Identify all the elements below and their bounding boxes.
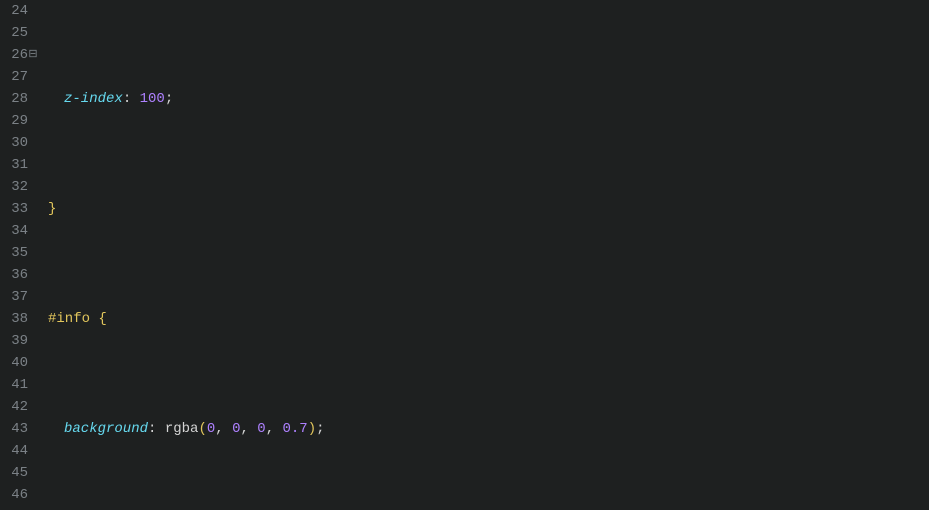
css-selector: #info [48, 311, 90, 327]
line-number: 37 [4, 286, 28, 308]
code-area[interactable]: z-index: 100; } #info { background: rgba… [36, 0, 518, 510]
line-number: 36 [4, 264, 28, 286]
line-number: 44 [4, 440, 28, 462]
line-number: 28 [4, 88, 28, 110]
code-line[interactable]: background: rgba(0, 0, 0, 0.7); [48, 418, 518, 440]
open-brace: { [98, 311, 106, 327]
line-number: 27 [4, 66, 28, 88]
close-brace: } [48, 201, 56, 217]
colon: : [123, 91, 131, 107]
css-property: z-index [64, 91, 123, 107]
line-number: 29 [4, 110, 28, 132]
code-editor[interactable]: 24 25 26⊟ 27 28 29 30 31 32 33 34 35 36 … [0, 0, 929, 510]
line-number: 46 [4, 484, 28, 506]
fold-marker-icon[interactable]: ⊟ [28, 44, 38, 66]
line-number: 39 [4, 330, 28, 352]
line-number: 34 [4, 220, 28, 242]
code-line[interactable]: } [48, 198, 518, 220]
line-number: 26⊟ [4, 44, 28, 66]
code-line[interactable]: z-index: 100; [48, 88, 518, 110]
line-number: 38 [4, 308, 28, 330]
line-number: 40 [4, 352, 28, 374]
line-number: 25 [4, 22, 28, 44]
semicolon: ; [165, 91, 173, 107]
line-number: 41 [4, 374, 28, 396]
line-number: 45 [4, 462, 28, 484]
line-number: 31 [4, 154, 28, 176]
css-function: rgba [165, 421, 199, 437]
css-property: background [64, 421, 148, 437]
css-number: 100 [140, 91, 165, 107]
line-number: 42 [4, 396, 28, 418]
line-number: 24 [4, 0, 28, 22]
line-number: 32 [4, 176, 28, 198]
line-number-gutter: 24 25 26⊟ 27 28 29 30 31 32 33 34 35 36 … [0, 0, 36, 506]
line-number: 30 [4, 132, 28, 154]
line-number: 35 [4, 242, 28, 264]
line-number: 43 [4, 418, 28, 440]
line-number: 33 [4, 198, 28, 220]
code-line[interactable]: #info { [48, 308, 518, 330]
